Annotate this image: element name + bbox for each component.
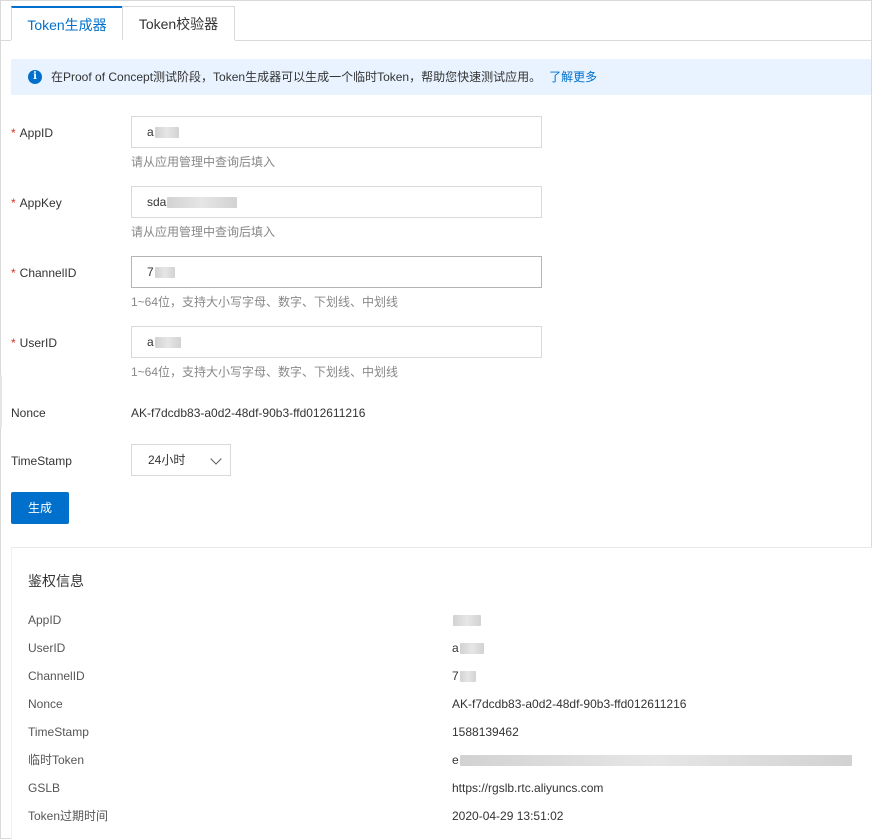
result-channelid-text: 7 — [452, 669, 459, 683]
result-value-appid — [452, 612, 481, 628]
required-mark: * — [11, 196, 16, 210]
appkey-label: * AppKey — [11, 195, 62, 211]
channelid-input[interactable]: 7 — [131, 256, 542, 288]
userid-label: * UserID — [11, 335, 57, 351]
required-mark: * — [11, 266, 16, 280]
banner-text: 在Proof of Concept测试阶段，Token生成器可以生成一个临时To… — [51, 69, 597, 85]
redacted-mask — [459, 643, 484, 655]
userid-value: a — [147, 335, 154, 349]
redacted-mask — [154, 337, 181, 349]
result-label-timestamp: TimeStamp — [28, 725, 89, 739]
nonce-value: AK-f7dcdb83-a0d2-48df-90b3-ffd012611216 — [131, 406, 366, 420]
result-value-token: e — [452, 752, 852, 768]
redacted-mask — [167, 197, 238, 209]
redacted-mask — [459, 755, 852, 767]
result-value-gslb: https://rgslb.rtc.aliyuncs.com — [452, 781, 604, 795]
result-label-gslb: GSLB — [28, 781, 61, 795]
timestamp-select[interactable]: 24小时 — [131, 444, 231, 476]
userid-hint: 1~64位，支持大小写字母、数字、下划线、中划线 — [131, 365, 399, 379]
appid-value: a — [147, 125, 154, 139]
redacted-mask — [154, 127, 179, 139]
channelid-hint: 1~64位，支持大小写字母、数字、下划线、中划线 — [131, 295, 399, 309]
timestamp-selected: 24小时 — [148, 453, 186, 467]
channelid-label-text: ChannelID — [19, 266, 77, 280]
scroll-marker — [0, 375, 2, 427]
result-label-expiry: Token过期时间 — [28, 809, 109, 823]
channelid-label: * ChannelID — [11, 265, 76, 281]
result-value-userid: a — [452, 640, 484, 656]
appid-label-text: AppID — [19, 126, 54, 140]
appid-label: * AppID — [11, 125, 53, 141]
appkey-hint: 请从应用管理中查询后填入 — [131, 225, 276, 239]
redacted-mask — [453, 615, 481, 627]
tab-divider — [235, 40, 871, 41]
tab-divider-left — [0, 40, 11, 41]
result-userid-text: a — [452, 641, 459, 655]
required-mark: * — [11, 336, 16, 350]
auth-info-panel — [11, 547, 872, 839]
chevron-down-icon — [210, 453, 222, 465]
tab-token-generator[interactable]: Token生成器 — [11, 6, 123, 40]
result-label-userid: UserID — [28, 641, 66, 655]
redacted-mask — [459, 671, 476, 683]
result-value-timestamp: 1588139462 — [452, 725, 519, 739]
result-value-nonce: AK-f7dcdb83-a0d2-48df-90b3-ffd012611216 — [452, 697, 687, 711]
tab-token-validator[interactable]: Token校验器 — [122, 6, 235, 40]
result-value-channelid: 7 — [452, 668, 476, 684]
channelid-value: 7 — [147, 265, 154, 279]
appid-hint: 请从应用管理中查询后填入 — [131, 155, 276, 169]
banner-message: 在Proof of Concept测试阶段，Token生成器可以生成一个临时To… — [51, 70, 542, 84]
userid-input[interactable]: a — [131, 326, 542, 358]
result-label-channelid: ChannelID — [28, 669, 85, 683]
nonce-label: Nonce — [11, 406, 46, 420]
appkey-label-text: AppKey — [19, 196, 62, 210]
generate-button[interactable]: 生成 — [11, 492, 69, 524]
result-token-text: e — [452, 753, 459, 767]
info-icon: i — [28, 70, 42, 84]
learn-more-link[interactable]: 了解更多 — [549, 70, 597, 84]
auth-info-title: 鉴权信息 — [28, 573, 84, 589]
info-banner: i 在Proof of Concept测试阶段，Token生成器可以生成一个临时… — [11, 59, 871, 95]
result-label-nonce: Nonce — [28, 697, 63, 711]
result-label-appid: AppID — [28, 613, 62, 627]
appkey-input[interactable]: sda — [131, 186, 542, 218]
redacted-mask — [154, 267, 175, 279]
appid-input[interactable]: a — [131, 116, 542, 148]
required-mark: * — [11, 126, 16, 140]
result-value-expiry: 2020-04-29 13:51:02 — [452, 809, 564, 823]
appkey-value: sda — [147, 195, 167, 209]
userid-label-text: UserID — [19, 336, 58, 350]
timestamp-label: TimeStamp — [11, 454, 72, 468]
result-label-token: 临时Token — [28, 753, 85, 767]
